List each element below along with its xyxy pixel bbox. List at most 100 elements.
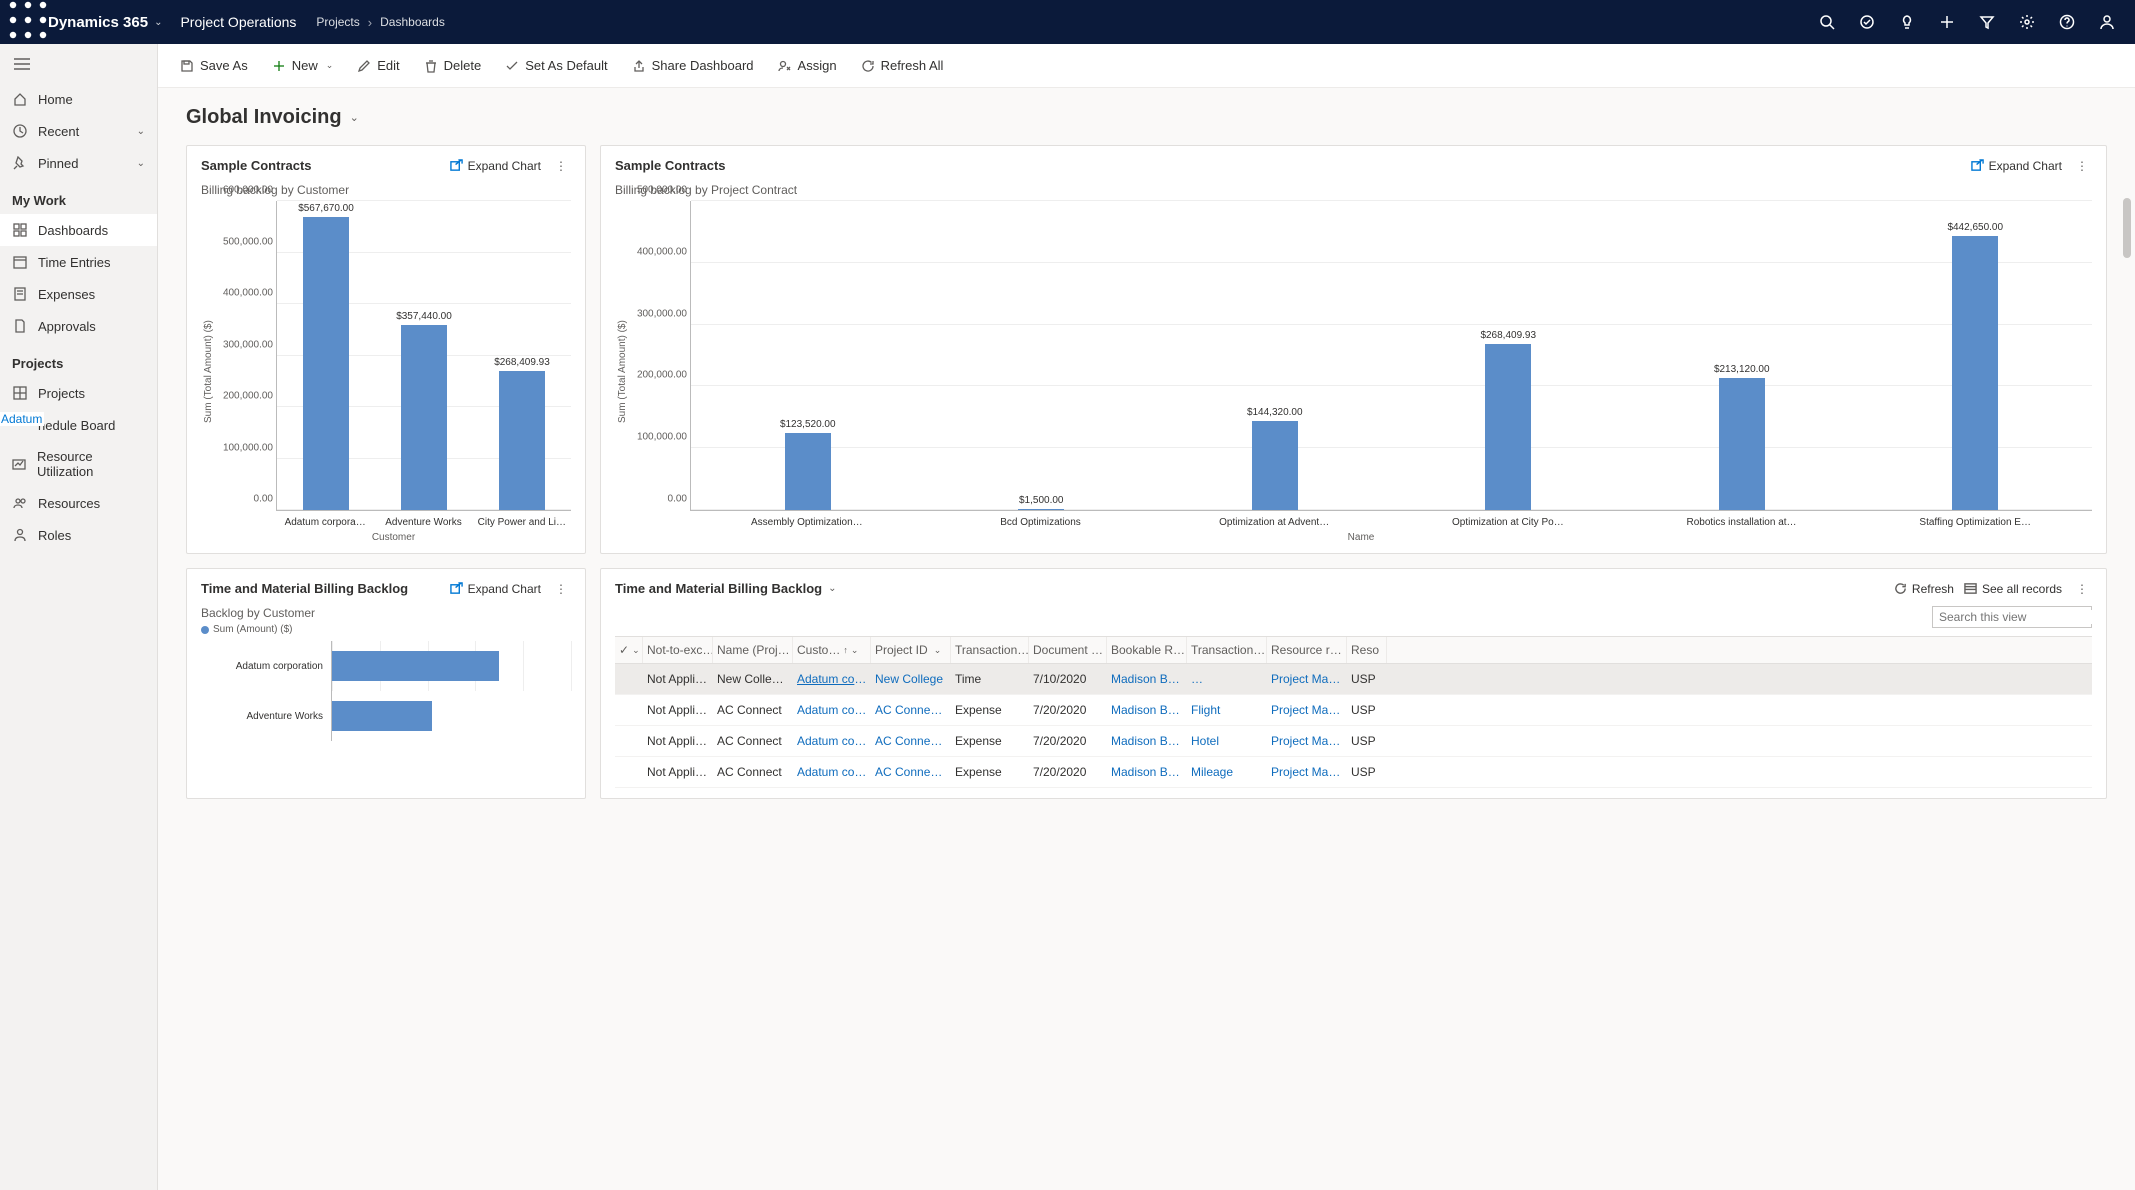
- cmd-refresh-all[interactable]: Refresh All: [851, 52, 954, 79]
- table-cell[interactable]: AC Connect Pro: [871, 695, 951, 725]
- grid-column-header[interactable]: Resource r… ⌄: [1267, 637, 1347, 663]
- view-dropdown[interactable]: ⌄: [828, 583, 836, 594]
- sidebar-item-approvals[interactable]: Approvals: [0, 310, 157, 342]
- settings-icon[interactable]: [2007, 0, 2047, 44]
- card-title: Sample Contracts: [615, 158, 1971, 173]
- filter-icon[interactable]: [1967, 0, 2007, 44]
- table-cell[interactable]: Madison Bulter: [1107, 726, 1187, 756]
- task-icon[interactable]: [1847, 0, 1887, 44]
- table-row[interactable]: Not Applic…AC ConnectAdatum corpoAC Conn…: [615, 757, 2092, 788]
- table-cell: 7/20/2020: [1029, 695, 1107, 725]
- table-cell[interactable]: Project Manage: [1267, 726, 1347, 756]
- table-cell[interactable]: …: [1187, 664, 1267, 694]
- sidebar-item-schedule-board[interactable]: Adatum hedule Board: [0, 409, 157, 441]
- chart-bar[interactable]: [332, 651, 499, 681]
- sidebar-item-pinned[interactable]: Pinned⌄: [0, 147, 157, 179]
- grid-column-header[interactable]: Transaction… ⌄: [951, 637, 1029, 663]
- cmd-delete[interactable]: Delete: [414, 52, 492, 79]
- grid-column-header[interactable]: Not-to-exc… ⌄: [643, 637, 713, 663]
- sidebar-item-time-entries[interactable]: Time Entries: [0, 246, 157, 278]
- grid-column-header[interactable]: ✓⌄: [615, 637, 643, 663]
- search-icon[interactable]: [1807, 0, 1847, 44]
- grid-column-header[interactable]: Document … ⌄: [1029, 637, 1107, 663]
- chart-bar[interactable]: [1719, 378, 1765, 510]
- table-cell[interactable]: Madison Bulter: [1107, 757, 1187, 787]
- card-more-icon[interactable]: ⋮: [551, 582, 571, 596]
- table-cell[interactable]: Project Manage: [1267, 757, 1347, 787]
- table-cell[interactable]: Adatum corpo: [793, 726, 871, 756]
- cmd-save-as[interactable]: Save As: [170, 52, 258, 79]
- table-row[interactable]: Not Applic…AC ConnectAdatum corpoAC Conn…: [615, 695, 2092, 726]
- table-cell: New Colle…: [713, 664, 793, 694]
- card-more-icon[interactable]: ⋮: [551, 159, 571, 173]
- table-cell[interactable]: Adatum corpo: [793, 664, 871, 694]
- chart-bar[interactable]: [332, 701, 432, 731]
- sidebar-item-projects[interactable]: Projects: [0, 377, 157, 409]
- cmd-new[interactable]: New⌄: [262, 52, 344, 79]
- chart-bar[interactable]: [1252, 421, 1298, 510]
- chart-bar[interactable]: [1952, 236, 1998, 510]
- expand-chart-button[interactable]: Expand Chart: [450, 582, 541, 596]
- chart-bar[interactable]: [1485, 344, 1531, 510]
- sidebar-toggle[interactable]: [0, 48, 157, 83]
- table-row[interactable]: Not Applic…New Colle…Adatum corpoNew Col…: [615, 664, 2092, 695]
- sidebar-item-roles[interactable]: Roles: [0, 519, 157, 551]
- sidebar-item-resources[interactable]: Resources: [0, 487, 157, 519]
- page-title-dropdown[interactable]: ⌄: [350, 111, 359, 124]
- help-icon[interactable]: [2047, 0, 2087, 44]
- card-more-icon[interactable]: ⋮: [2072, 582, 2092, 596]
- sidebar-item-expenses[interactable]: Expenses: [0, 278, 157, 310]
- user-icon[interactable]: [2087, 0, 2127, 44]
- chart-bar[interactable]: [1018, 509, 1064, 510]
- sidebar-item-recent[interactable]: Recent⌄: [0, 115, 157, 147]
- table-cell[interactable]: Adatum corpo: [793, 757, 871, 787]
- brand-name[interactable]: Dynamics 365: [48, 14, 148, 31]
- app-launcher-icon[interactable]: [8, 0, 48, 44]
- cmd-assign[interactable]: Assign: [768, 52, 847, 79]
- cmd-share[interactable]: Share Dashboard: [622, 52, 764, 79]
- expand-chart-button[interactable]: Expand Chart: [450, 159, 541, 173]
- search-input[interactable]: [1939, 610, 2094, 624]
- sidebar-item-dashboards[interactable]: Dashboards: [0, 214, 157, 246]
- add-icon[interactable]: [1927, 0, 1967, 44]
- table-cell[interactable]: Hotel: [1187, 726, 1267, 756]
- table-cell[interactable]: Mileage: [1187, 757, 1267, 787]
- table-cell[interactable]: Madison Bulter ⋯: [1107, 664, 1187, 694]
- chart-bar[interactable]: [785, 433, 831, 510]
- x-axis-label: Name: [630, 532, 2092, 543]
- table-cell[interactable]: AC Connect Pro: [871, 726, 951, 756]
- chart-bar[interactable]: [303, 217, 349, 510]
- data-grid: ✓⌄Not-to-exc… ⌄Name (Proj… ⌄Custo… ↑ ⌄Pr…: [615, 636, 2092, 788]
- cmd-set-default[interactable]: Set As Default: [495, 52, 617, 79]
- chart-bar[interactable]: [499, 371, 545, 510]
- sidebar-item-resource-utilization[interactable]: Resource Utilization: [0, 441, 157, 487]
- cmd-edit[interactable]: Edit: [347, 52, 409, 79]
- module-name[interactable]: Project Operations: [180, 14, 296, 30]
- table-cell[interactable]: Project Manage: [1267, 695, 1347, 725]
- breadcrumb-0[interactable]: Projects: [316, 15, 359, 29]
- card-more-icon[interactable]: ⋮: [2072, 159, 2092, 173]
- brand-chevron-icon[interactable]: ⌄: [154, 17, 162, 28]
- see-all-records-button[interactable]: See all records: [1964, 582, 2062, 596]
- grid-column-header[interactable]: Name (Proj… ⌄: [713, 637, 793, 663]
- scrollbar[interactable]: [2123, 188, 2133, 1170]
- grid-column-header[interactable]: Project ID ⌄: [871, 637, 951, 663]
- chart-bar[interactable]: [401, 325, 447, 510]
- table-cell[interactable]: New College: [871, 664, 951, 694]
- table-cell[interactable]: Project Manage: [1267, 664, 1347, 694]
- lightbulb-icon[interactable]: [1887, 0, 1927, 44]
- table-row[interactable]: Not Applic…AC ConnectAdatum corpoAC Conn…: [615, 726, 2092, 757]
- grid-column-header[interactable]: Transaction… ⌄: [1187, 637, 1267, 663]
- grid-column-header[interactable]: Reso ⌄: [1347, 637, 1387, 663]
- table-cell[interactable]: Madison Bulter: [1107, 695, 1187, 725]
- grid-column-header[interactable]: Bookable R… ⌄: [1107, 637, 1187, 663]
- table-cell[interactable]: Flight: [1187, 695, 1267, 725]
- table-cell[interactable]: Adatum corpo: [793, 695, 871, 725]
- grid-search[interactable]: [1932, 606, 2092, 628]
- expand-chart-button[interactable]: Expand Chart: [1971, 159, 2062, 173]
- sidebar-item-home[interactable]: Home: [0, 83, 157, 115]
- breadcrumb-1[interactable]: Dashboards: [380, 15, 445, 29]
- refresh-button[interactable]: Refresh: [1894, 582, 1954, 596]
- grid-column-header[interactable]: Custo… ↑ ⌄: [793, 637, 871, 663]
- table-cell[interactable]: AC Connect Pro: [871, 757, 951, 787]
